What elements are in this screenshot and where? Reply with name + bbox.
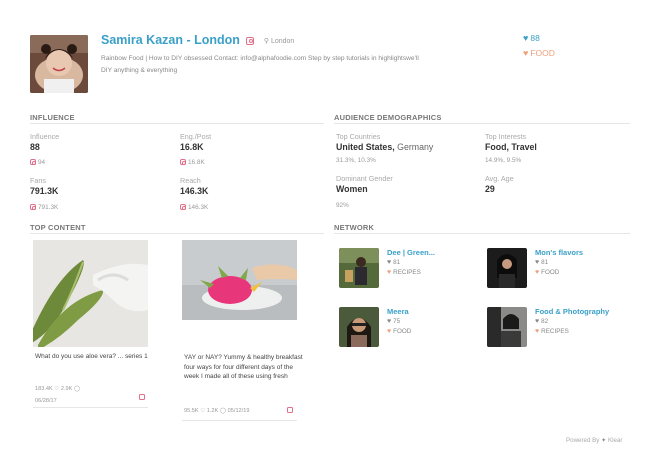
post-image[interactable] bbox=[33, 240, 148, 347]
influence-title: INFLUENCE bbox=[30, 113, 75, 122]
top-countries-sub: 31.3%, 10.3% bbox=[336, 157, 376, 164]
profile-category-value: FOOD bbox=[530, 48, 555, 58]
audience-title: AUDIENCE DEMOGRAPHICS bbox=[334, 113, 442, 122]
location: ⚲ London bbox=[264, 38, 294, 45]
network-avatar[interactable] bbox=[487, 307, 527, 347]
eng-value: 16.8K bbox=[180, 142, 204, 152]
network-avatar[interactable] bbox=[487, 248, 527, 288]
instagram-icon[interactable] bbox=[287, 407, 293, 413]
heart-outline-icon: ♡ bbox=[54, 386, 60, 392]
network-score: ♥ 75 bbox=[387, 318, 401, 325]
profile-score: ♥ 88 bbox=[523, 33, 540, 43]
map-pin-icon: ⚲ bbox=[263, 37, 270, 45]
fans-value: 791.3K bbox=[30, 186, 59, 196]
profile-score-value: 88 bbox=[530, 33, 540, 43]
divider bbox=[30, 123, 324, 124]
network-avatar[interactable] bbox=[339, 248, 379, 288]
profile-bio: Rainbow Food | How to DIY obsessed Conta… bbox=[101, 55, 419, 74]
network-title: NETWORK bbox=[334, 223, 375, 232]
gender-value: Women bbox=[336, 184, 368, 194]
network-category: ♥ FOOD bbox=[535, 269, 560, 276]
instagram-icon bbox=[30, 159, 36, 166]
heart-icon: ♥ bbox=[387, 318, 392, 325]
network-score: ♥ 81 bbox=[387, 259, 401, 266]
heart-outline-icon: ♡ bbox=[200, 408, 206, 414]
heart-icon: ♥ bbox=[535, 259, 540, 266]
post-stats: 183.4K ♡ 2.9K ◯ bbox=[35, 386, 81, 392]
heart-icon: ♥ bbox=[535, 318, 540, 325]
profile-category: ♥ FOOD bbox=[523, 48, 555, 58]
top-interests-sub: 14.9%, 9.5% bbox=[485, 157, 522, 164]
reach-value: 146.3K bbox=[180, 186, 209, 196]
network-name[interactable]: Meera bbox=[387, 307, 409, 316]
fans-sub: 791.3K bbox=[30, 204, 58, 211]
influence-label: Influence bbox=[30, 132, 60, 141]
instagram-icon bbox=[180, 159, 186, 166]
network-category: ♥ RECIPES bbox=[387, 269, 421, 276]
age-label: Avg. Age bbox=[485, 174, 514, 183]
top-countries-value: United States, Germany bbox=[336, 142, 434, 152]
profile-avatar[interactable] bbox=[30, 35, 88, 93]
network-name[interactable]: Dee | Green... bbox=[387, 248, 435, 257]
network-category: ♥ FOOD bbox=[387, 328, 412, 335]
profile-name-row: Samira Kazan - London ⚲ London bbox=[101, 33, 294, 47]
heart-icon: ♥ bbox=[523, 33, 529, 43]
divider bbox=[334, 123, 630, 124]
heart-icon: ♥ bbox=[387, 259, 392, 266]
heart-icon: ♥ bbox=[387, 269, 392, 276]
post-caption: YAY or NAY? Yummy & healthy breakfast fo… bbox=[184, 354, 303, 380]
network-category: ♥ RECIPES bbox=[535, 328, 569, 335]
divider bbox=[30, 233, 324, 234]
influence-value: 88 bbox=[30, 142, 40, 152]
network-name[interactable]: Food & Photography bbox=[535, 307, 609, 316]
reach-label: Reach bbox=[180, 176, 201, 185]
divider bbox=[334, 233, 630, 234]
eng-sub: 16.8K bbox=[180, 159, 205, 166]
instagram-icon bbox=[180, 204, 186, 211]
divider bbox=[182, 420, 297, 421]
heart-icon: ♥ bbox=[535, 269, 540, 276]
instagram-icon[interactable] bbox=[246, 36, 255, 45]
divider bbox=[33, 407, 148, 408]
heart-icon: ♥ bbox=[387, 328, 392, 335]
post-date: 06/28/17 bbox=[35, 398, 57, 404]
post-stats: 95.5K ♡ 1.2K ◯ 05/12/19 bbox=[184, 408, 250, 414]
heart-icon: ♥ bbox=[523, 48, 529, 58]
brand-label[interactable]: Klear bbox=[608, 437, 622, 444]
network-avatar[interactable] bbox=[339, 307, 379, 347]
gender-sub: 92% bbox=[336, 202, 349, 209]
profile-name[interactable]: Samira Kazan - London bbox=[101, 33, 240, 47]
fans-label: Fans bbox=[30, 176, 46, 185]
top-countries-label: Top Countries bbox=[336, 132, 381, 141]
post-caption: What do you use aloe vera? ... series 1 bbox=[35, 353, 148, 360]
footer: Powered By ✦ Klear bbox=[566, 437, 622, 444]
comment-icon: ◯ bbox=[219, 408, 227, 414]
network-score: ♥ 81 bbox=[535, 259, 549, 266]
heart-icon: ♥ bbox=[535, 328, 540, 335]
post-image[interactable] bbox=[182, 240, 297, 347]
klear-logo-icon: ✦ bbox=[601, 437, 607, 444]
powered-by-label: Powered By bbox=[566, 437, 600, 444]
instagram-icon bbox=[30, 204, 36, 211]
location-label: London bbox=[270, 37, 295, 45]
network-name[interactable]: Mon's flavors bbox=[535, 248, 583, 257]
instagram-icon[interactable] bbox=[139, 394, 145, 400]
comment-icon: ◯ bbox=[73, 386, 81, 392]
top-interests-label: Top Interests bbox=[485, 132, 527, 141]
top-interests-value: Food, Travel bbox=[485, 142, 537, 152]
gender-label: Dominant Gender bbox=[336, 174, 393, 183]
age-value: 29 bbox=[485, 184, 495, 194]
top-content-title: TOP CONTENT bbox=[30, 223, 86, 232]
eng-label: Eng./Post bbox=[180, 132, 212, 141]
network-score: ♥ 82 bbox=[535, 318, 549, 325]
reach-sub: 146.3K bbox=[180, 204, 208, 211]
influence-sub: 94 bbox=[30, 159, 45, 166]
